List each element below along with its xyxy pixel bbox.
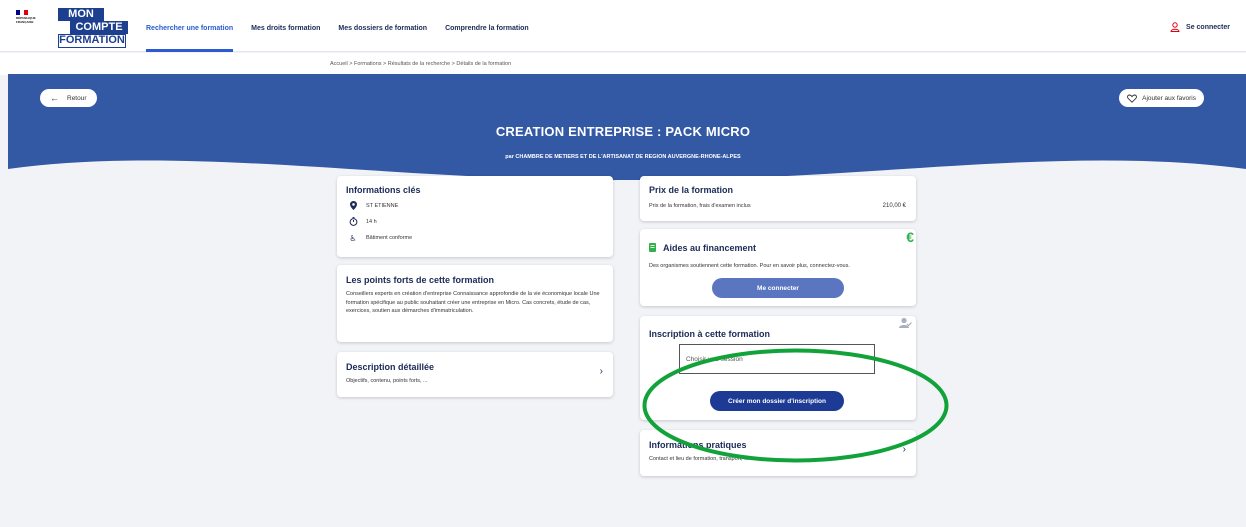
registration-heading: Inscription à cette formation xyxy=(649,329,771,339)
duration-row: 14 h xyxy=(346,214,604,230)
practical-info-text: Contact et lieu de formation, transport,… xyxy=(649,456,749,462)
funding-heading: Aides au financement xyxy=(663,243,757,253)
funding-text: Des organismes soutiennent cette formati… xyxy=(649,263,850,269)
location-value: ST ETIENNE xyxy=(366,203,399,209)
chevron-right-icon: › xyxy=(599,366,603,377)
me-connecter-button[interactable]: Me connecter xyxy=(712,278,844,298)
top-header: RÉPUBLIQUE FRANÇAISE MON COMPTE FORMATIO… xyxy=(0,0,1246,52)
heart-icon xyxy=(1127,94,1138,103)
price-card: Prix de la formation Prix de la formatio… xyxy=(640,176,916,221)
logo-formation: FORMATION xyxy=(58,34,126,48)
wheelchair-icon: ♿ xyxy=(349,233,357,243)
practical-info-card[interactable]: Informations pratiques Contact et lieu d… xyxy=(640,430,916,476)
back-button[interactable]: ← Retour xyxy=(40,89,97,107)
practical-info-heading: Informations pratiques xyxy=(649,440,747,450)
strengths-heading: Les points forts de cette formation xyxy=(346,275,495,285)
detailed-description-card[interactable]: Description détaillée Objectifs, contenu… xyxy=(337,352,613,397)
logo-compte: COMPTE xyxy=(70,21,128,34)
government-logo[interactable]: RÉPUBLIQUE FRANÇAISE xyxy=(16,10,42,42)
create-registration-button[interactable]: Créer mon dossier d'inscription xyxy=(710,391,844,411)
arrow-left-icon: ← xyxy=(50,93,59,103)
formation-provider: par CHAMBRE DE METIERS ET DE L'ARTISANAT… xyxy=(505,154,741,160)
registration-card: Inscription à cette formation Choisir un… xyxy=(640,316,916,420)
timer-icon xyxy=(346,216,360,228)
funding-document-icon xyxy=(649,239,656,257)
accessibility-value: Bâtiment conforme xyxy=(366,235,413,241)
person-check-icon xyxy=(898,317,912,331)
breadcrumb[interactable]: Accueil > Formations > Résultats de la r… xyxy=(330,61,511,67)
session-select[interactable]: Choisir une session xyxy=(679,344,875,374)
euro-icon: € xyxy=(906,229,914,245)
strengths-card: Les points forts de cette formation Cons… xyxy=(337,265,613,342)
key-info-heading: Informations clés xyxy=(346,185,421,195)
main-nav: Rechercher une formation Mes droits form… xyxy=(146,0,547,52)
favorite-label: Ajouter aux favoris xyxy=(1142,94,1196,102)
breadcrumb-bar: Accueil > Formations > Résultats de la r… xyxy=(0,53,1246,75)
detailed-description-heading: Description détaillée xyxy=(346,362,435,372)
government-logo-text: RÉPUBLIQUE FRANÇAISE xyxy=(16,16,36,24)
formation-title: CREATION ENTREPRISE : PACK MICRO xyxy=(495,124,751,139)
add-to-favorites-button[interactable]: Ajouter aux favoris xyxy=(1119,89,1204,107)
price-amount: 210,00 € xyxy=(882,203,906,209)
nav-rechercher-formation[interactable]: Rechercher une formation xyxy=(146,0,234,52)
funding-aid-card: € Aides au financement Des organismes so… xyxy=(640,229,916,306)
chevron-right-icon: › xyxy=(902,444,906,455)
duration-value: 14 h xyxy=(366,219,377,225)
nav-comprendre[interactable]: Comprendre la formation xyxy=(445,0,529,52)
french-flag-icon xyxy=(16,10,28,15)
location-row: ST ETIENNE xyxy=(346,198,604,214)
location-pin-icon xyxy=(346,200,360,212)
logo-mon: MON xyxy=(58,8,104,21)
connect-label: Se connecter xyxy=(1186,23,1230,31)
key-info-card: Informations clés ST ETIENNE 14 h ♿ Bâti… xyxy=(337,176,613,257)
detailed-description-text: Objectifs, contenu, points forts, ... xyxy=(346,378,428,384)
nav-mes-droits[interactable]: Mes droits formation xyxy=(251,0,320,52)
accessibility-row: ♿ Bâtiment conforme xyxy=(346,230,604,246)
price-label: Prix de la formation, frais d'examen inc… xyxy=(649,203,751,209)
price-heading: Prix de la formation xyxy=(649,185,734,195)
nav-mes-dossiers[interactable]: Mes dossiers de formation xyxy=(338,0,427,52)
strengths-text: Conseillers experts en création d'entrep… xyxy=(346,291,600,314)
connect-link[interactable]: Se connecter xyxy=(1170,22,1230,32)
mon-compte-formation-logo[interactable]: MON COMPTE FORMATION xyxy=(58,8,128,48)
user-icon xyxy=(1170,22,1180,32)
back-label: Retour xyxy=(67,94,87,102)
